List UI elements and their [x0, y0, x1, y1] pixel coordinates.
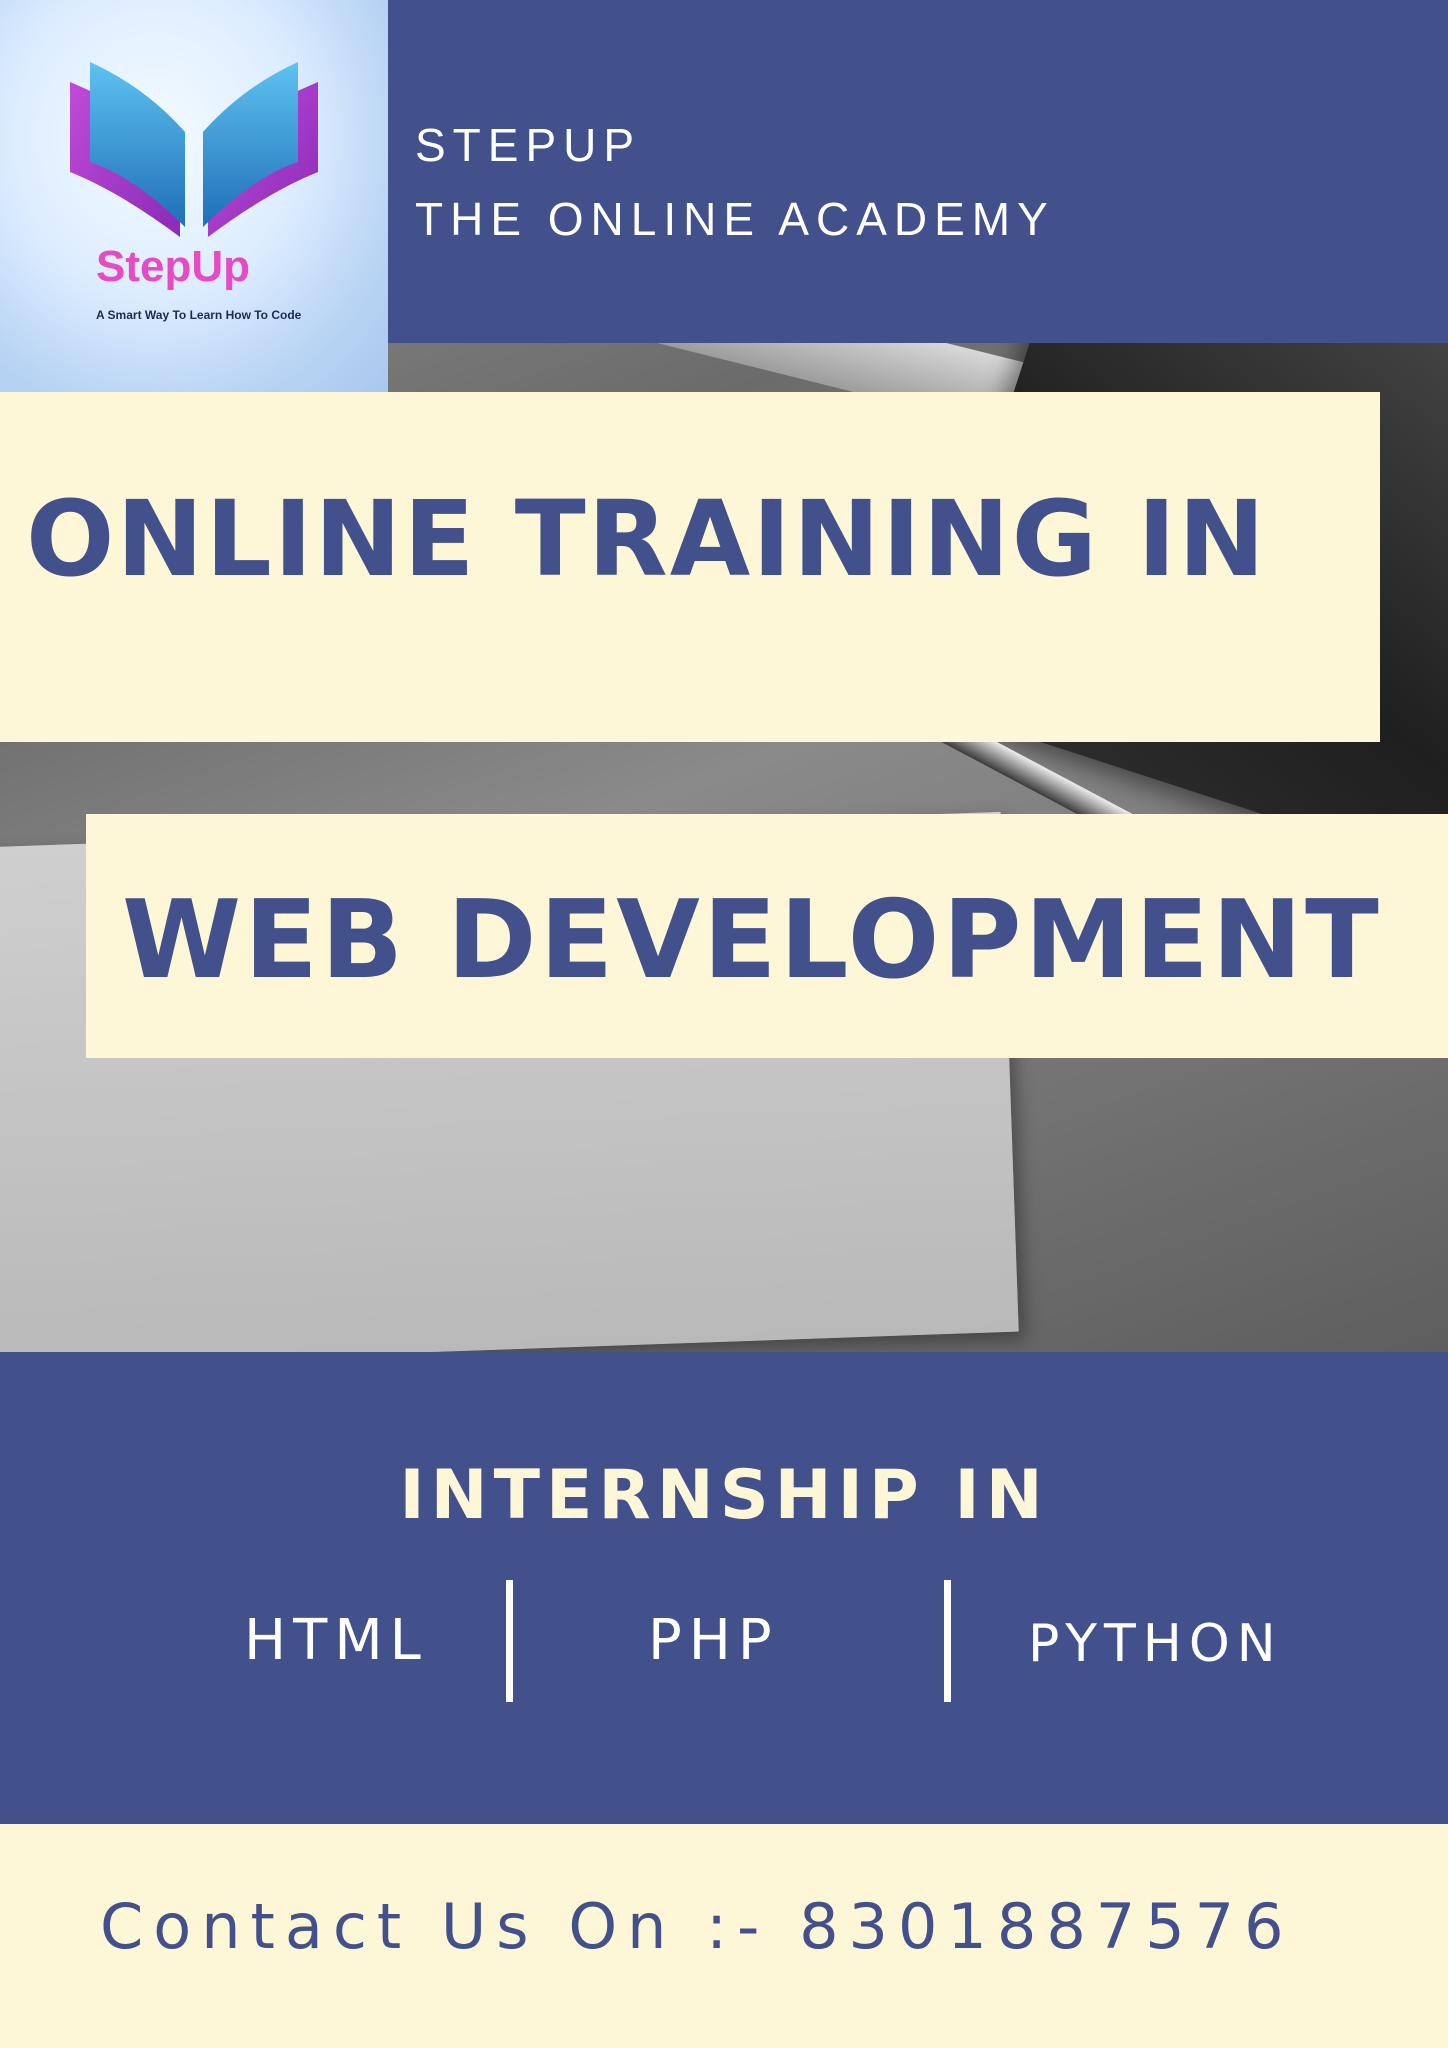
logo: StepUp A Smart Way To Learn How To Code	[0, 0, 388, 392]
tech-divider	[506, 1580, 513, 1702]
internship-band	[0, 1352, 1448, 1824]
tech-php: PHP	[648, 1608, 779, 1673]
tech-divider	[944, 1580, 951, 1702]
internship-title: INTERNSHIP IN	[399, 1456, 1049, 1535]
open-book-logo-icon	[70, 62, 318, 237]
logo-tagline: A Smart Way To Learn How To Code	[96, 308, 302, 322]
contact-text: Contact Us On :- 8301887576	[100, 1890, 1294, 1963]
logo-brand-text: StepUp	[96, 242, 250, 291]
academy-name: STEPUP	[415, 119, 642, 171]
headline-line-1: ONLINE TRAINING IN	[26, 478, 1267, 600]
tech-html: HTML	[244, 1608, 428, 1673]
academy-subtitle: THE ONLINE ACADEMY	[415, 193, 1055, 245]
headline-line-2: WEB DEVELOPMENT	[122, 878, 1382, 1003]
tech-python: PYTHON	[1028, 1614, 1283, 1674]
